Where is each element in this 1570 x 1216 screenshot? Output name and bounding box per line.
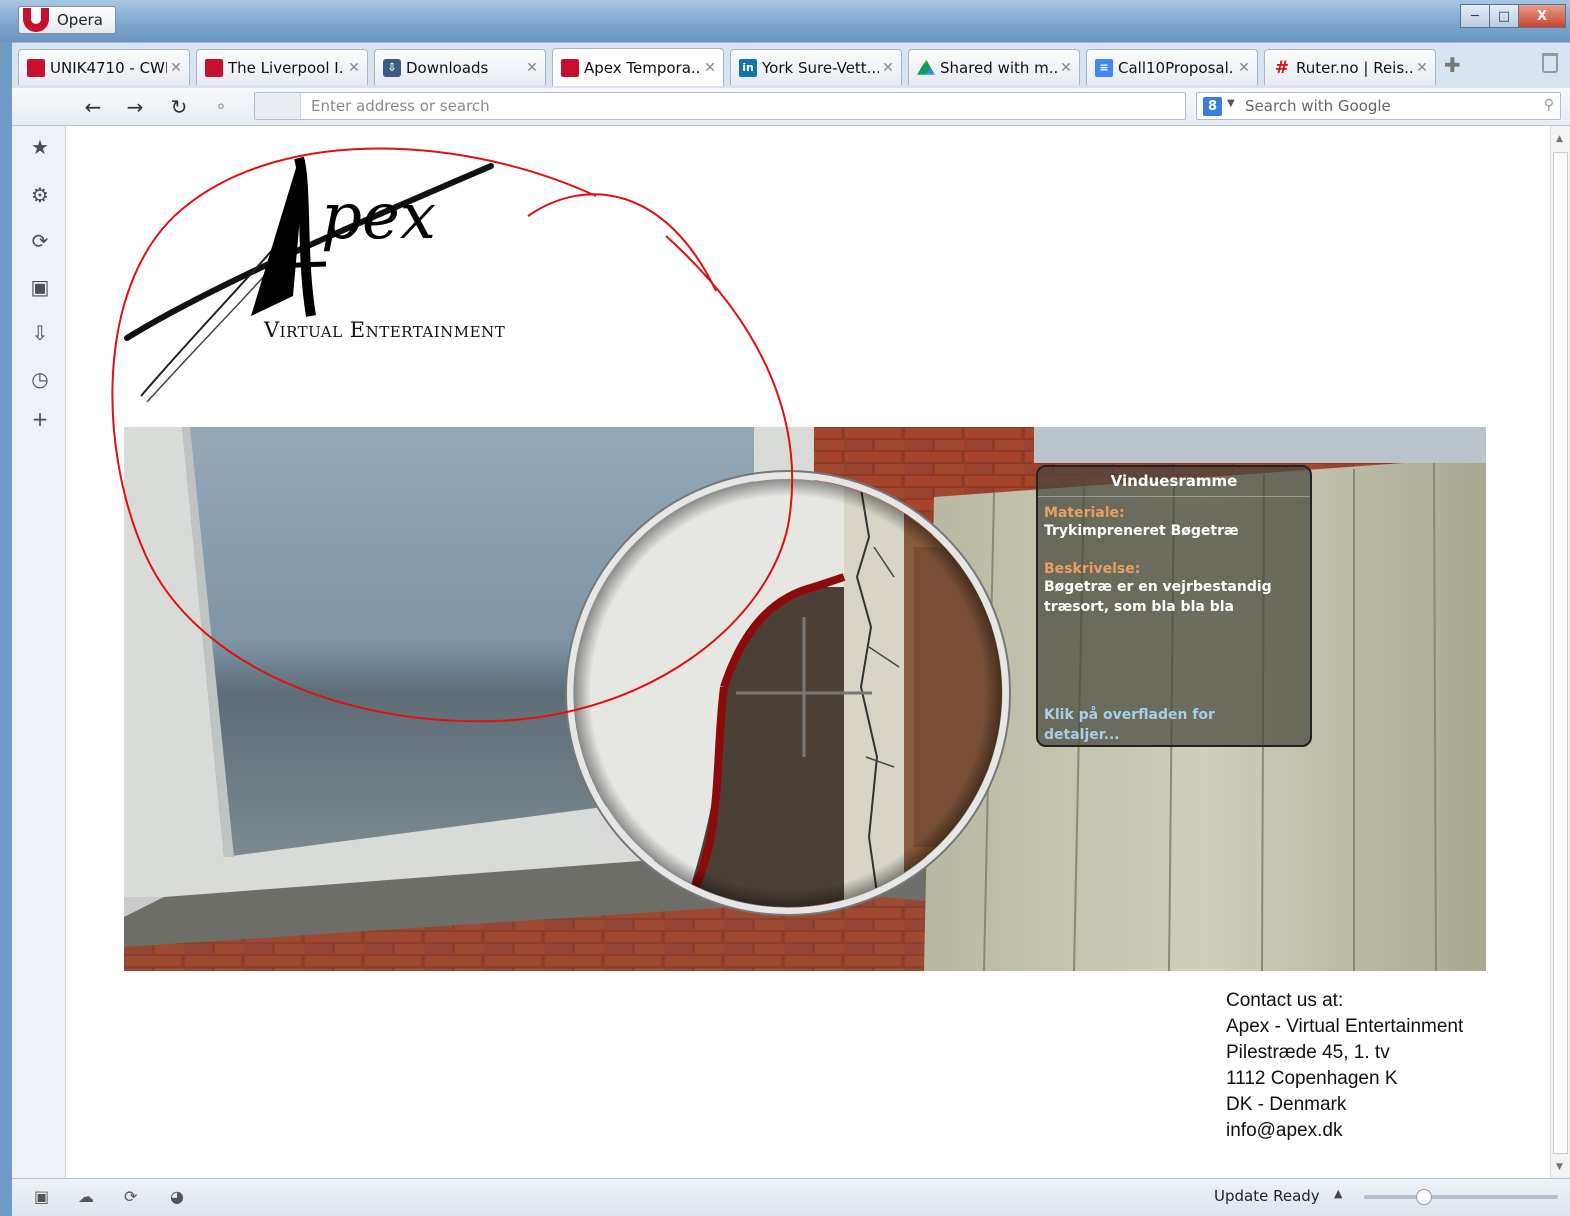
- contact-email[interactable]: info@apex.dk: [1226, 1118, 1463, 1144]
- opera-logo-icon: [23, 8, 49, 32]
- panel-toggle-icon[interactable]: ▣: [34, 1187, 49, 1206]
- chevron-down-icon[interactable]: ▼: [1227, 98, 1235, 109]
- tab-close-icon[interactable]: ✕: [167, 60, 185, 76]
- turbo-icon[interactable]: ◕: [170, 1187, 184, 1206]
- extensions-icon[interactable]: ⚙: [29, 184, 51, 206]
- contact-country: DK - Denmark: [1226, 1094, 1347, 1115]
- downloads-icon: ⇩: [383, 58, 401, 77]
- tab-close-icon[interactable]: ✕: [701, 60, 719, 76]
- navigation-bar: ← → ↻ ⚬— 8 ▼ ⚲: [12, 88, 1570, 142]
- tab-close-icon[interactable]: ✕: [879, 60, 897, 76]
- opera-menu-button[interactable]: Opera: [18, 6, 116, 34]
- google-docs-icon: ≡: [1095, 58, 1113, 77]
- scroll-up-icon[interactable]: ▲: [1556, 134, 1563, 144]
- tab-close-icon[interactable]: ✕: [523, 60, 541, 76]
- tab-close-icon[interactable]: ✕: [1057, 60, 1075, 76]
- unite-icon[interactable]: ⟳: [124, 1187, 137, 1206]
- google-drive-icon: [917, 59, 935, 75]
- bookmarks-icon[interactable]: ★: [29, 136, 51, 158]
- zoom-slider-knob[interactable]: [1416, 1189, 1432, 1205]
- contact-street: Pilestræde 45, 1. tv: [1226, 1042, 1390, 1063]
- tab-apex[interactable]: Apex Tempora... ✕: [552, 48, 724, 86]
- zoom-slider[interactable]: [1364, 1189, 1558, 1205]
- contact-block: Contact us at: Apex - Virtual Entertainm…: [1226, 988, 1463, 1144]
- new-tab-icon[interactable]: ✚: [1444, 53, 1461, 77]
- downloads-icon[interactable]: ⇩: [29, 322, 51, 344]
- scroll-down-icon[interactable]: ▼: [1556, 1162, 1563, 1172]
- tab-label: The Liverpool I...: [228, 58, 345, 77]
- tab-close-icon[interactable]: ✕: [345, 60, 363, 76]
- linkedin-icon: in: [739, 58, 757, 77]
- maximize-icon[interactable]: □: [1489, 4, 1519, 28]
- contact-city: 1112 Copenhagen K: [1226, 1068, 1398, 1089]
- tab-label: Ruter.no | Reis...: [1296, 58, 1413, 77]
- cloud-icon[interactable]: ☁: [78, 1187, 94, 1206]
- forward-icon[interactable]: →: [122, 94, 148, 120]
- search-input[interactable]: [1245, 96, 1525, 116]
- opera-icon: [561, 58, 579, 77]
- add-panel-icon[interactable]: +: [29, 408, 51, 430]
- web-page: pex Virtual Entertainment Vinduesramme M…: [66, 126, 1550, 1178]
- back-icon[interactable]: ←: [80, 94, 106, 120]
- notes-icon[interactable]: ▣: [29, 276, 51, 298]
- opera-icon: [205, 58, 223, 77]
- tab-unik4710[interactable]: UNIK4710 - CWI ✕: [18, 49, 190, 85]
- tab-downloads[interactable]: ⇩ Downloads ✕: [374, 49, 546, 85]
- opera-icon: [27, 58, 45, 77]
- key-icon[interactable]: ⚬—: [208, 94, 234, 142]
- tab-york[interactable]: in York Sure-Vett... ✕: [730, 49, 902, 85]
- side-panel: ★ ⚙ ⟳ ▣ ⇩ ◷ +: [12, 126, 66, 1178]
- update-ready-label[interactable]: Update Ready: [1214, 1187, 1320, 1205]
- tab-ruter[interactable]: # Ruter.no | Reis... ✕: [1264, 49, 1436, 85]
- hash-icon: #: [1274, 57, 1290, 78]
- window-titlebar: Opera ─ □ X: [0, 0, 1570, 42]
- window-controls: ─ □ X: [1460, 4, 1566, 28]
- tab-close-icon[interactable]: ✕: [1235, 60, 1253, 76]
- tab-label: York Sure-Vett...: [762, 58, 879, 77]
- opera-menu-label: Opera: [57, 11, 103, 29]
- chevron-up-icon[interactable]: ▲: [1334, 1187, 1342, 1200]
- tab-call10[interactable]: ≡ Call10Proposal... ✕: [1086, 49, 1258, 85]
- tab-liverpool[interactable]: The Liverpool I... ✕: [196, 49, 368, 85]
- tab-label: UNIK4710 - CWI: [50, 58, 167, 77]
- unite-icon[interactable]: ⟳: [29, 230, 51, 252]
- tab-shared[interactable]: Shared with m... ✕: [908, 49, 1080, 85]
- scrollbar-thumb[interactable]: [1553, 152, 1568, 1154]
- history-icon[interactable]: ◷: [29, 368, 51, 390]
- tab-label: Call10Proposal...: [1118, 58, 1235, 77]
- reload-icon[interactable]: ↻: [166, 94, 192, 120]
- tab-bar: UNIK4710 - CWI ✕ The Liverpool I... ✕ ⇩ …: [12, 42, 1570, 88]
- address-input[interactable]: [311, 96, 1171, 116]
- vertical-scrollbar[interactable]: ▲ ▼: [1550, 126, 1570, 1178]
- tab-close-icon[interactable]: ✕: [1413, 60, 1431, 76]
- google-icon[interactable]: 8: [1203, 97, 1222, 116]
- tab-label: Shared with m...: [940, 58, 1057, 77]
- tab-label: Apex Tempora...: [584, 58, 701, 77]
- contact-heading: Contact us at:: [1226, 990, 1344, 1011]
- tab-label: Downloads: [406, 58, 489, 77]
- address-bar[interactable]: [254, 92, 1186, 120]
- trash-icon[interactable]: [1542, 53, 1558, 73]
- search-icon[interactable]: ⚲: [1544, 97, 1554, 113]
- site-info-icon[interactable]: [255, 93, 301, 119]
- status-bar: ▣ ☁ ⟳ ◕ Update Ready ▲: [12, 1178, 1570, 1216]
- close-icon[interactable]: X: [1518, 4, 1566, 28]
- contact-company: Apex - Virtual Entertainment: [1226, 1016, 1464, 1037]
- search-box[interactable]: 8 ▼ ⚲: [1196, 92, 1561, 120]
- minimize-icon[interactable]: ─: [1460, 4, 1490, 28]
